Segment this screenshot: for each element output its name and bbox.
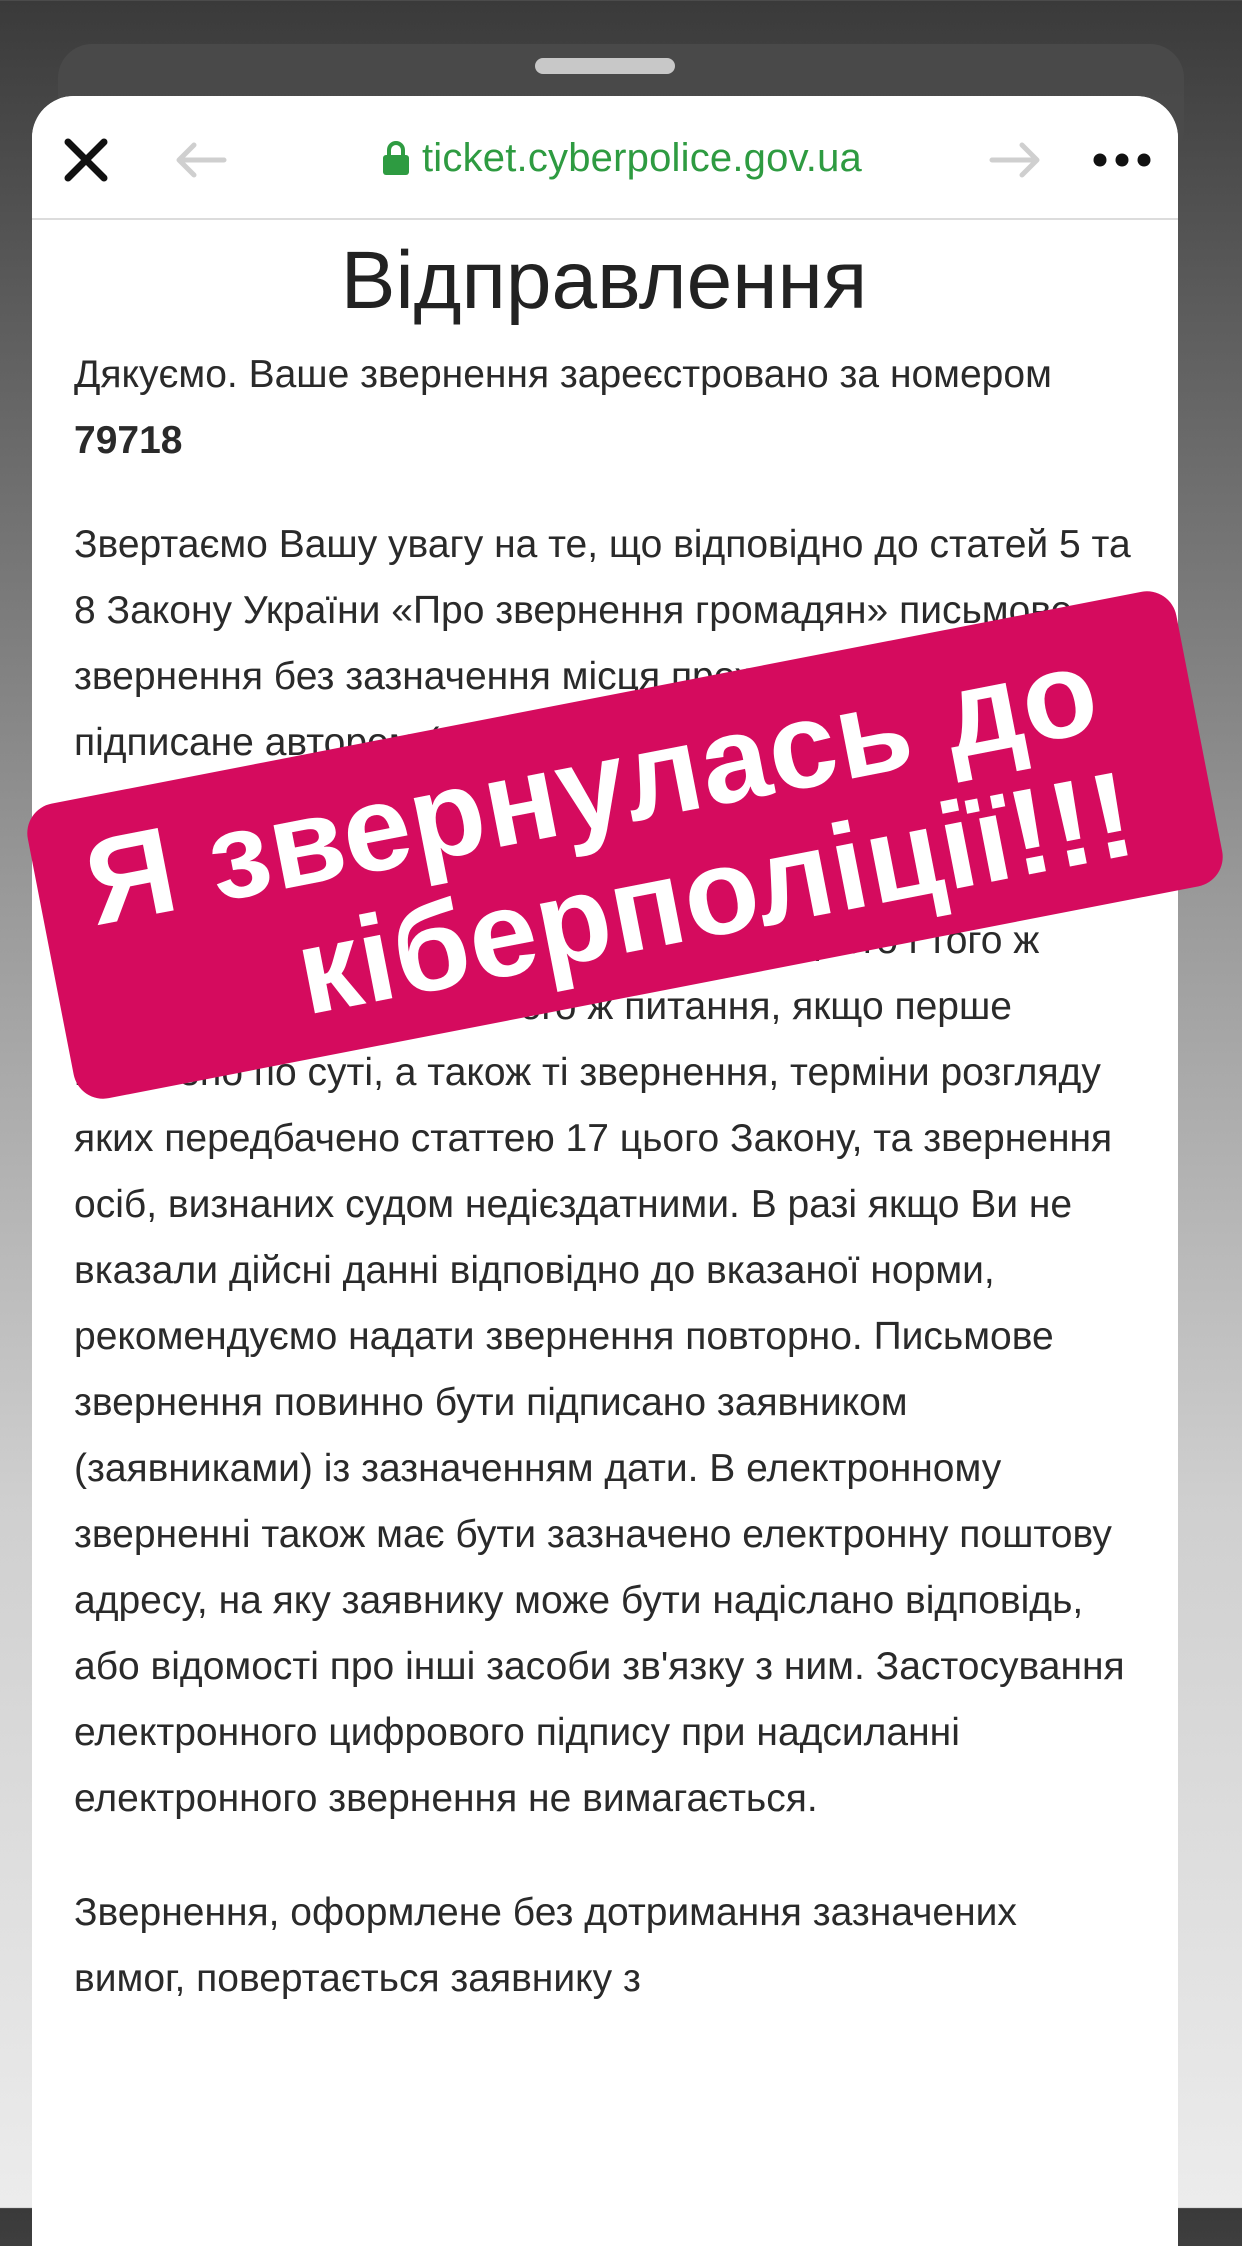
forward-arrow-icon[interactable] xyxy=(988,140,1044,180)
page-title: Відправлення xyxy=(340,235,868,326)
address-bar[interactable]: ticket.cyberpolice.gov.ua xyxy=(322,126,922,190)
return-notice-paragraph: Звернення, оформлене без дотримання зазн… xyxy=(74,1891,1017,2000)
sheet-grabber-handle[interactable] xyxy=(535,58,675,74)
url-text: ticket.cyberpolice.gov.ua xyxy=(421,135,863,180)
back-arrow-icon[interactable] xyxy=(172,140,228,180)
ticket-number: 79718 xyxy=(74,419,183,462)
lock-icon xyxy=(382,141,409,175)
thanks-text: Дякуємо. Ваше звернення зареєстровано за… xyxy=(74,353,1052,396)
more-icon[interactable] xyxy=(1090,146,1154,174)
close-icon[interactable] xyxy=(60,134,112,186)
browser-sheet: ticket.cyberpolice.gov.ua Відправлення Д… xyxy=(32,96,1178,2246)
thanks-message: Дякуємо. Ваше звернення зареєстровано за… xyxy=(74,342,1134,474)
browser-toolbar: ticket.cyberpolice.gov.ua xyxy=(32,96,1178,220)
page-content: Відправлення Дякуємо. Ваше звернення зар… xyxy=(74,226,1134,2012)
